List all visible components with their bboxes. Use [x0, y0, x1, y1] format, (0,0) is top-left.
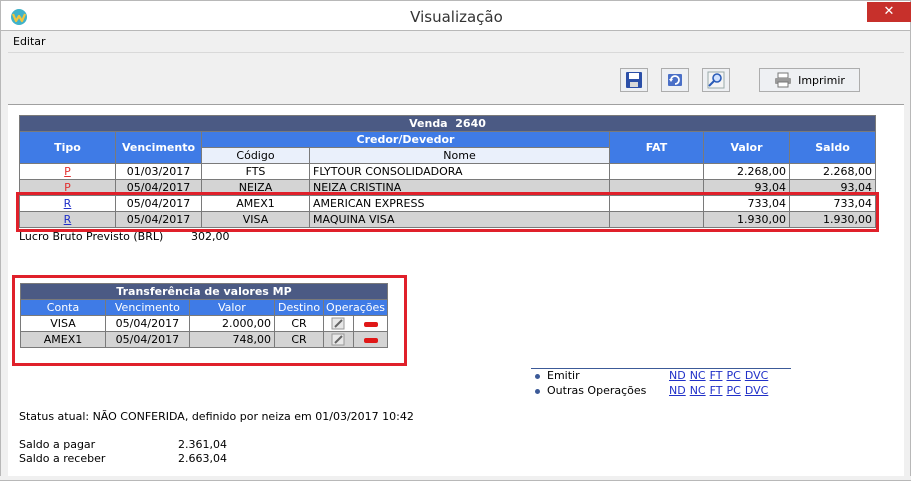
refresh-button[interactable]	[661, 68, 689, 92]
close-button[interactable]: ✕	[867, 2, 911, 22]
menubar: Editar	[0, 31, 911, 52]
printer-icon	[775, 72, 792, 88]
toolbar: Imprimir	[8, 52, 904, 105]
outras-dvc-link[interactable]: DVC	[745, 384, 768, 397]
bullet-icon	[535, 389, 540, 394]
window-frame-right	[904, 52, 911, 481]
col-credor: Credor/Devedor	[201, 131, 610, 148]
lucro-label: Lucro Bruto Previsto (BRL)	[19, 230, 164, 243]
outras-nc-link[interactable]: NC	[690, 384, 706, 397]
col-tipo: Tipo	[19, 131, 116, 164]
window-titlebar: Visualização ✕	[0, 0, 911, 31]
magnifier-icon	[707, 71, 725, 89]
saldo-receber: Saldo a receber 2.663,04	[19, 452, 227, 465]
saldo-cell: 2.268,00	[789, 163, 876, 180]
tipo-cell[interactable]: P	[19, 163, 116, 180]
emitir-links: ND NC FT PC DVC	[669, 369, 772, 382]
print-button-label: Imprimir	[798, 73, 845, 87]
fat-cell	[609, 163, 704, 180]
emitir-ft-link[interactable]: FT	[710, 369, 723, 382]
outras-links: ND NC FT PC DVC	[669, 384, 772, 397]
window-frame-bottom	[0, 476, 911, 481]
print-button[interactable]: Imprimir	[759, 68, 860, 92]
outras-pc-link[interactable]: PC	[726, 384, 740, 397]
emitir-pc-link[interactable]: PC	[726, 369, 740, 382]
window-frame-left	[0, 52, 8, 481]
col-fat: FAT	[609, 131, 704, 164]
col-nome: Nome	[309, 147, 610, 164]
outras-ft-link[interactable]: FT	[710, 384, 723, 397]
col-saldo: Saldo	[789, 131, 876, 164]
col-codigo: Código	[201, 147, 310, 164]
bullet-icon	[535, 374, 540, 379]
col-valor: Valor	[703, 131, 790, 164]
table-row[interactable]: P 01/03/2017 FTS FLYTOUR CONSOLIDADORA 2…	[19, 163, 876, 180]
tipo-link[interactable]: P	[64, 165, 71, 178]
highlight-box-transferencia	[12, 275, 407, 366]
codigo-cell: FTS	[201, 163, 310, 180]
emitir-nc-link[interactable]: NC	[690, 369, 706, 382]
saldo-receber-value: 2.663,04	[178, 452, 227, 465]
vencimento-cell: 01/03/2017	[115, 163, 202, 180]
venda-title: Venda 2640	[19, 115, 876, 132]
emitir-label: Emitir	[547, 369, 580, 382]
refresh-icon	[668, 74, 682, 86]
saldo-pagar-label: Saldo a pagar	[19, 438, 96, 451]
nome-cell: FLYTOUR CONSOLIDADORA	[309, 163, 610, 180]
highlight-box-receivables	[16, 192, 879, 232]
valor-cell: 2.268,00	[703, 163, 790, 180]
saldo-pagar-value: 2.361,04	[178, 438, 227, 451]
lucro-bruto: Lucro Bruto Previsto (BRL) 302,00	[19, 230, 230, 243]
window-title: Visualização	[410, 8, 503, 26]
floppy-disk-icon	[626, 72, 642, 88]
preview-button[interactable]	[702, 68, 730, 92]
emitir-nd-link[interactable]: ND	[669, 369, 686, 382]
lucro-value: 302,00	[191, 230, 230, 243]
ops-emitir-row: Emitir ND NC FT PC DVC	[531, 368, 791, 382]
status-text: Status atual: NÃO CONFERIDA, definido po…	[19, 410, 414, 423]
saldo-pagar: Saldo a pagar 2.361,04	[19, 438, 227, 451]
save-button[interactable]	[620, 68, 648, 92]
menu-editar[interactable]: Editar	[13, 35, 46, 48]
outras-nd-link[interactable]: ND	[669, 384, 686, 397]
col-vencimento: Vencimento	[115, 131, 202, 164]
outras-label: Outras Operações	[547, 384, 647, 397]
saldo-receber-label: Saldo a receber	[19, 452, 106, 465]
ops-outras-row: Outras Operações ND NC FT PC DVC	[531, 383, 791, 397]
content-area: Venda 2640 Tipo Vencimento Credor/Devedo…	[8, 106, 904, 476]
emitir-dvc-link[interactable]: DVC	[745, 369, 768, 382]
